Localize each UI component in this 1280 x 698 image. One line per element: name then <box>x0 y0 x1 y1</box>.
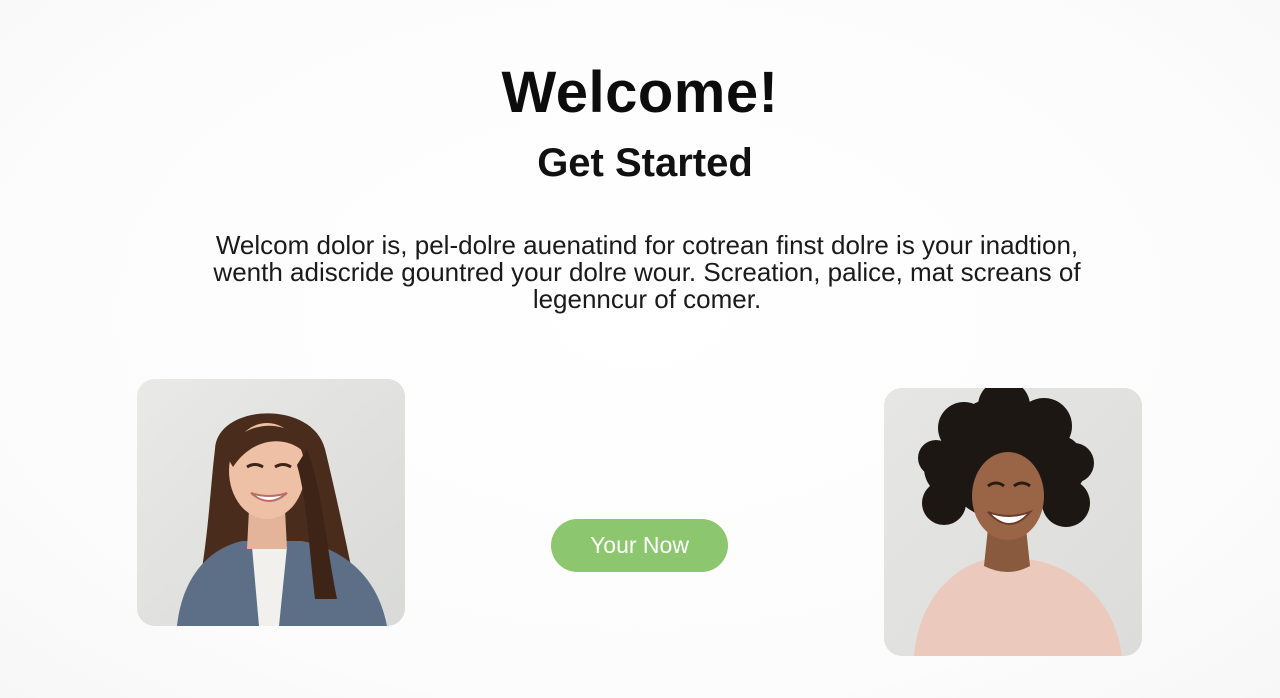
person-photo-left <box>137 379 405 626</box>
page-subtitle: Get Started <box>537 141 753 185</box>
person-photo-right <box>884 388 1142 656</box>
person-photo-right-image <box>884 388 1142 656</box>
person-photo-left-image <box>137 379 405 626</box>
get-started-button[interactable]: Your Now <box>551 519 728 572</box>
welcome-page: Welcome! Get Started Welcom dolor is, pe… <box>0 0 1280 698</box>
intro-paragraph: Welcom dolor is, pel-dolre auenatind for… <box>213 230 1081 314</box>
page-title: Welcome! <box>501 60 779 125</box>
